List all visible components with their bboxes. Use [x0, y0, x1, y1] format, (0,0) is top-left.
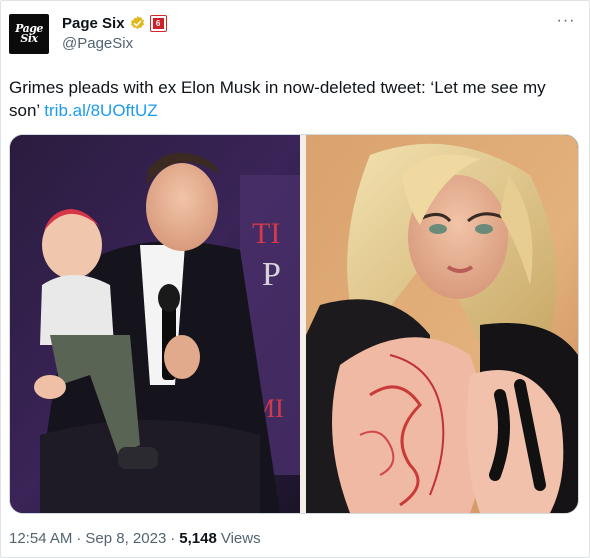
right-photo [306, 135, 578, 513]
author-name-row: Page Six 6 [62, 15, 167, 32]
more-dots-icon[interactable]: ··· [555, 12, 577, 30]
left-photo: TI P MI [10, 135, 302, 513]
tweet-media-image[interactable]: TI P MI [9, 134, 579, 514]
left-sign-text-2: P [262, 256, 281, 293]
author-avatar[interactable]: Page Six [9, 14, 49, 54]
tweet-date[interactable]: Sep 8, 2023 [85, 530, 166, 547]
tweet-text: Grimes pleads with ex Elon Musk in now-d… [9, 76, 579, 122]
avatar-text-line2: Six [20, 32, 38, 45]
verified-badge-icon [129, 15, 146, 32]
left-sign-text-1: TI [252, 217, 280, 250]
views-label: Views [220, 530, 261, 547]
author-handle[interactable]: @PageSix [62, 35, 133, 52]
author-display-name[interactable]: Page Six [62, 15, 125, 32]
views-count: 5,148 [179, 530, 217, 547]
affiliate-badge-icon[interactable]: 6 [149, 15, 167, 32]
meta-separator: · [76, 530, 82, 547]
tweet-time[interactable]: 12:54 AM [9, 530, 72, 547]
tweet-meta: 12:54 AM · Sep 8, 2023 · 5,148 Views [9, 530, 261, 547]
tweet-link[interactable]: trib.al/8UOftUZ [44, 101, 157, 120]
tweet-card: Page Six Page Six 6 @PageSix ··· Grimes … [0, 0, 590, 558]
meta-separator: · [170, 530, 176, 547]
